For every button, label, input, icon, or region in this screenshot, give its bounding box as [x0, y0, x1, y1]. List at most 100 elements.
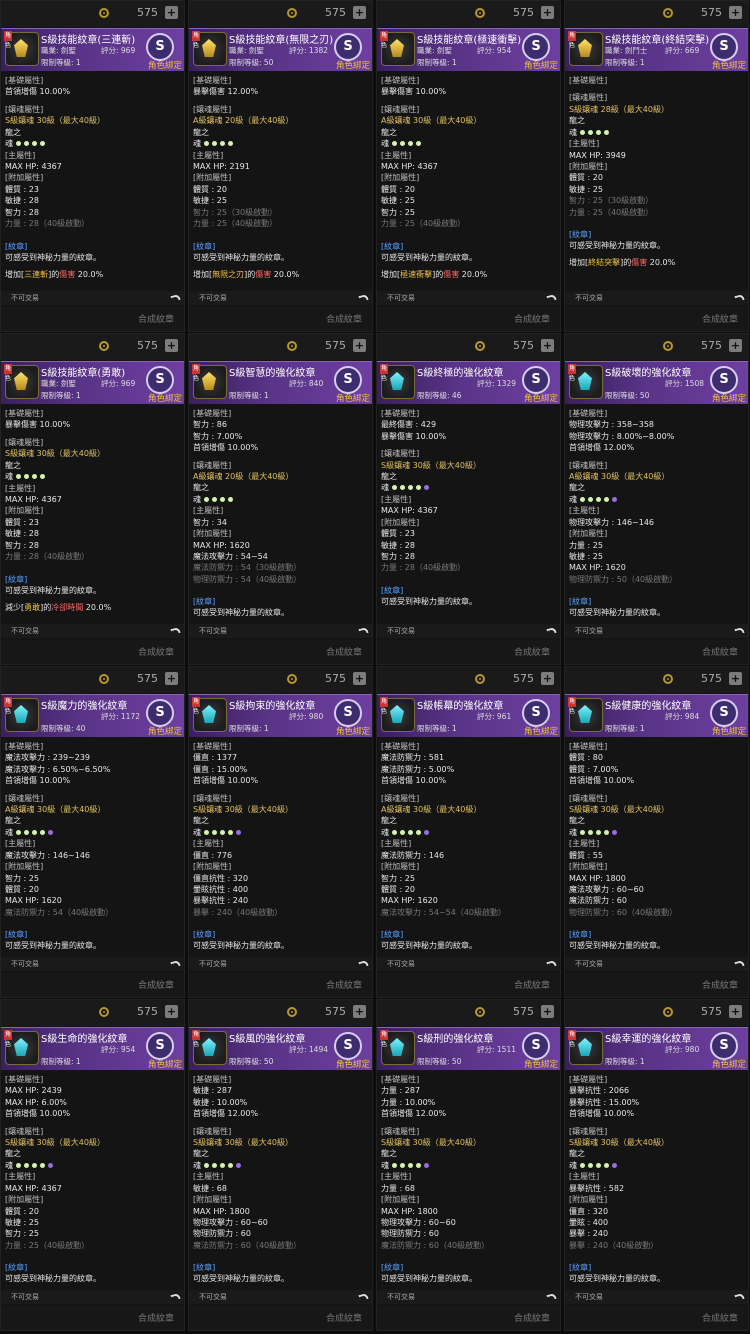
stat-line: [附加屬性] — [193, 173, 232, 183]
synthesize-button[interactable]: 合成紋章 — [702, 1311, 738, 1324]
stat-line: [鑲魂屬性] — [381, 1126, 420, 1136]
level-limit: 限制等級: 1 — [605, 724, 645, 733]
stat-line: [基礎屬性] — [5, 409, 44, 418]
emblem-card[interactable]: 575 + 角色 S級生命的強化紋章 評分: 954 限制等級: 1 S 角色綁定 [基礎屬性]… — [0, 999, 185, 1331]
emblem-card[interactable]: 575 + 角色 S級幸運的強化紋章 評分: 980 限制等級: 1 S 角色綁定 [基礎屬性]… — [564, 999, 749, 1331]
stat-line: 魂 — [193, 827, 368, 839]
add-currency-button[interactable]: + — [165, 6, 178, 19]
share-icon[interactable] — [170, 958, 180, 968]
emblem-gem-icon — [578, 1038, 592, 1056]
emblem-card[interactable]: 575 + 角色 S級技能紋章(極速衝擊) 職業: 劍聖 評分: 954 限制等級: 1 S角… — [376, 0, 561, 332]
add-currency-button[interactable]: + — [165, 1005, 178, 1018]
synthesize-button[interactable]: 合成紋章 — [514, 645, 550, 658]
emblem-card[interactable]: 575 + 角色 S級魔力的強化紋章 評分: 1172 限制等級: 40 S 角色綁定 [基礎屬… — [0, 666, 185, 998]
stat-line: 僵直抗性 : 320 — [193, 873, 249, 883]
emblem-card[interactable]: 575 + 角色 S級風的強化紋章 評分: 1494 限制等級: 50 S 角色綁定 [基礎屬性… — [188, 999, 373, 1331]
emblem-card[interactable]: 575 + 角色 S級終極的強化紋章 評分: 1329 限制等級: 46 S 角色綁定 [基礎屬… — [376, 333, 561, 665]
share-icon[interactable] — [546, 625, 556, 635]
share-icon[interactable] — [734, 292, 744, 302]
emblem-card[interactable]: 575 + 角色 S級帳幕的強化紋章 評分: 961 限制等級: 1 S 角色綁定 [基礎屬性]… — [376, 666, 561, 998]
add-currency-button[interactable]: + — [165, 339, 178, 352]
share-icon[interactable] — [358, 292, 368, 302]
description: [紋章] 可感受到神秘力量的紋章。 — [193, 596, 368, 618]
synthesize-button[interactable]: 合成紋章 — [138, 978, 174, 991]
stat-line: A級鑲魂 20級（最大40級） — [193, 116, 294, 126]
score-label: 評分: 954 — [101, 1045, 136, 1054]
add-currency-button[interactable]: + — [729, 672, 742, 685]
emblem-card[interactable]: 575 + 角色 S級健康的強化紋章 評分: 984 限制等級: 1 S 角色綁定 [基礎屬性]… — [564, 666, 749, 998]
stat-line: [鑲魂屬性] — [569, 1126, 608, 1136]
synthesize-button[interactable]: 合成紋章 — [326, 1311, 362, 1324]
soul-dots — [203, 494, 236, 505]
synthesize-button[interactable]: 合成紋章 — [326, 645, 362, 658]
add-currency-button[interactable]: + — [353, 1005, 366, 1018]
no-trade-label: 不可交易 — [11, 1293, 39, 1301]
add-currency-button[interactable]: + — [165, 672, 178, 685]
stat-line: 體質 : 20 — [381, 184, 415, 194]
stat-line: 龍之 — [569, 1149, 585, 1159]
synthesize-button[interactable]: 合成紋章 — [138, 312, 174, 325]
soul-dot-icon — [611, 496, 617, 502]
add-currency-button[interactable]: + — [353, 672, 366, 685]
share-icon[interactable] — [734, 958, 744, 968]
share-icon[interactable] — [170, 292, 180, 302]
add-currency-button[interactable]: + — [729, 6, 742, 19]
emblem-card[interactable]: 575 + 角色 S級智慧的強化紋章 評分: 840 限制等級: 1 S 角色綁定 [基礎屬性]… — [188, 333, 373, 665]
emblem-card[interactable]: 575 + 角色 S級技能紋章(終結突擊) 職業: 劍鬥士 評分: 669 限制等級: 1 S… — [564, 0, 749, 332]
soul-dot-icon — [399, 141, 405, 147]
synthesize-button[interactable]: 合成紋章 — [514, 1311, 550, 1324]
share-icon[interactable] — [546, 292, 556, 302]
share-icon[interactable] — [170, 625, 180, 635]
share-icon[interactable] — [358, 958, 368, 968]
stat-line: [基礎屬性] — [569, 742, 608, 751]
share-icon[interactable] — [358, 625, 368, 635]
soul-dot-icon — [227, 829, 233, 835]
synthesize-button[interactable]: 合成紋章 — [514, 312, 550, 325]
soul-dot-icon — [23, 829, 29, 835]
score-label: 評分: 980 — [289, 712, 324, 721]
synthesize-bar: 合成紋章 — [377, 307, 560, 331]
description-text: 可感受到神秘力量的紋章。 — [5, 585, 101, 595]
character-badge: 角色 — [4, 1030, 12, 1048]
score-label: 評分: 1382 — [289, 46, 328, 55]
share-icon[interactable] — [546, 1291, 556, 1301]
description: [紋章] 可感受到神秘力量的紋章。 — [5, 1262, 180, 1284]
add-currency-button[interactable]: + — [353, 6, 366, 19]
synthesize-bar: 合成紋章 — [565, 307, 748, 331]
add-currency-button[interactable]: + — [541, 1005, 554, 1018]
soul-dot-icon — [595, 496, 601, 502]
add-currency-button[interactable]: + — [541, 6, 554, 19]
add-currency-button[interactable]: + — [353, 339, 366, 352]
emblem-card[interactable]: 575 + 角色 S級破壞的強化紋章 評分: 1508 限制等級: 50 S 角色綁定 [基礎屬… — [564, 333, 749, 665]
share-icon[interactable] — [170, 1291, 180, 1301]
synthesize-button[interactable]: 合成紋章 — [138, 645, 174, 658]
emblem-card[interactable]: 575 + 角色 S級技能紋章(三連斬) 職業: 劍聖 評分: 969 限制等級: 1 S 角色… — [0, 0, 185, 332]
share-icon[interactable] — [546, 958, 556, 968]
synthesize-button[interactable]: 合成紋章 — [326, 978, 362, 991]
add-currency-button[interactable]: + — [729, 1005, 742, 1018]
effect-skill-name: 勇敢 — [24, 602, 41, 612]
synthesize-button[interactable]: 合成紋章 — [138, 1311, 174, 1324]
emblem-card[interactable]: 575 + 角色 S級技能紋章(無限之刃) 職業: 劍聖 評分: 1382 限制等級: 50… — [188, 0, 373, 332]
synthesize-button[interactable]: 合成紋章 — [702, 645, 738, 658]
effect-text: 增加[ — [193, 269, 213, 279]
score-label: 評分: 954 — [477, 46, 512, 55]
stat-line: [主屬性] — [569, 839, 600, 849]
synthesize-button[interactable]: 合成紋章 — [702, 312, 738, 325]
emblem-card[interactable]: 575 + 角色 S級拘束的強化紋章 評分: 980 限制等級: 1 S 角色綁定 [基礎屬性]… — [188, 666, 373, 998]
stat-line: 力量 : 25 — [569, 540, 603, 550]
synthesize-button[interactable]: 合成紋章 — [702, 978, 738, 991]
share-icon[interactable] — [358, 1291, 368, 1301]
synthesize-button[interactable]: 合成紋章 — [326, 312, 362, 325]
add-currency-button[interactable]: + — [541, 672, 554, 685]
share-icon[interactable] — [734, 1291, 744, 1301]
add-currency-button[interactable]: + — [729, 339, 742, 352]
emblem-card[interactable]: 575 + 角色 S級技能紋章(勇敢) 職業: 劍聖 評分: 969 限制等級: 1 S 角色綁… — [0, 333, 185, 665]
synthesize-button[interactable]: 合成紋章 — [514, 978, 550, 991]
add-currency-button[interactable]: + — [541, 339, 554, 352]
stat-line: S級鑲魂 30級（最大40級） — [381, 460, 481, 470]
share-icon[interactable] — [734, 625, 744, 635]
stat-line: [基礎屬性] — [569, 76, 608, 85]
stat-line: 暴擊抗性 : 240 — [193, 896, 249, 906]
emblem-card[interactable]: 575 + 角色 S級刑的強化紋章 評分: 1511 限制等級: 50 S 角色綁定 [基礎屬性… — [376, 999, 561, 1331]
